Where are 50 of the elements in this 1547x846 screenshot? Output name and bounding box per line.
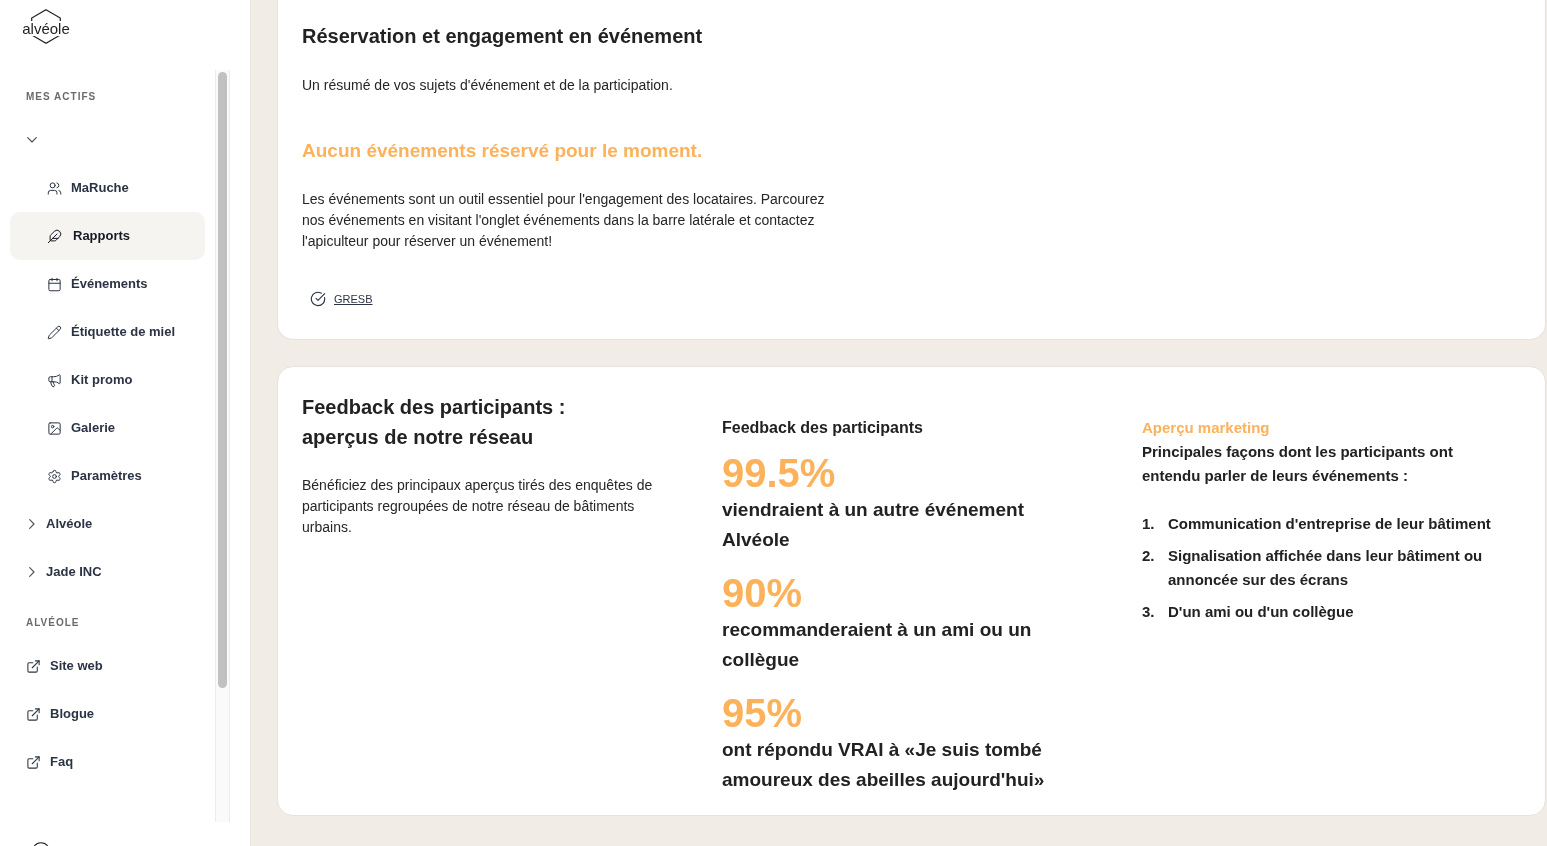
scrollbar[interactable] — [215, 70, 230, 822]
list-text: Signalisation affichée dans leur bâtiment ou annoncée sur des écrans — [1168, 546, 1484, 590]
card-description: Les événements sont un outil essentiel pour l'engagement des locataires. Parcourez nos événements en visitant l'onglet événements dans la barre latérale et contactez l'apiculteur pour réserver un événement! — [302, 190, 826, 251]
stat-caption: viendraient à un autre événement Alvéole — [722, 498, 1025, 552]
settings-icon — [47, 468, 62, 484]
megaphone-icon — [47, 372, 62, 388]
external-link-icon — [26, 754, 41, 770]
marketing-heading: Principales façons dont les participants ont entendu parler de leurs événements : — [1142, 442, 1454, 486]
list-text: D'un ami ou d'un collègue — [1168, 602, 1354, 622]
image-icon — [47, 420, 62, 436]
marketing-eyebrow: Aperçu marketing — [1142, 418, 1270, 438]
gresb-link[interactable]: GRESB — [334, 291, 373, 307]
card-title: Feedback des participants : aperçus de notre réseau — [302, 395, 566, 450]
section-heading: MES ACTIFS — [26, 92, 97, 102]
stat-value: 90% — [722, 571, 803, 615]
calendar-icon — [47, 276, 62, 292]
stat-value: 95% — [722, 691, 803, 735]
chevron-down-icon[interactable] — [27, 137, 37, 143]
feather-icon — [47, 228, 62, 244]
sidebar-link[interactable]: Site web — [26, 656, 103, 676]
stat-value: 99.5% — [722, 451, 836, 495]
check-circle-icon — [310, 291, 326, 307]
section-heading: ALVÉOLE — [26, 618, 80, 628]
sidebar-item[interactable]: Rapports — [10, 212, 205, 260]
external-link-icon — [26, 658, 41, 674]
sidebar-link[interactable]: Faq — [26, 752, 74, 772]
sidebar-link[interactable]: Blogue — [26, 704, 95, 724]
logo-text: alvéole — [22, 20, 70, 36]
sidebar-item[interactable]: Paramètres — [10, 452, 205, 500]
list-number: 2. — [1142, 546, 1156, 566]
card-title: Réservation et engagement en événement — [302, 24, 703, 49]
list-number: 1. — [1142, 514, 1156, 534]
card-description: Bénéficiez des principaux aperçus tirés des enquêtes de participants regroupées de notre réseau de bâtiments urbains. — [302, 476, 654, 537]
empty-message: Aucun événements réservé pour le moment. — [302, 139, 703, 163]
list-number: 3. — [1142, 602, 1156, 622]
sidebar-item[interactable]: Kit promo — [10, 356, 205, 404]
list-text: Communication d'entreprise de leur bâtiment — [1168, 514, 1491, 534]
stat-caption: ont répondu VRAI à «Je suis tombé amoureux des abeilles aujourd'hui» — [722, 738, 1046, 792]
sidebar-group[interactable]: Alvéole — [27, 514, 93, 534]
stat-caption: recommanderaient à un ami ou un collègue — [722, 618, 1033, 672]
sidebar-item[interactable]: MaRuche — [10, 164, 205, 212]
users-icon — [47, 180, 62, 196]
stats-heading: Feedback des participants — [722, 418, 923, 438]
pencil-icon — [47, 324, 62, 340]
sidebar-item[interactable]: Événements — [10, 260, 205, 308]
card-subtitle: Un résumé de vos sujets d'événement et de la participation. — [302, 76, 673, 95]
sidebar-group[interactable]: Jade INC — [27, 562, 102, 582]
external-link-icon — [26, 706, 41, 722]
sidebar-item[interactable]: Galerie — [10, 404, 205, 452]
sidebar-item[interactable]: Étiquette de miel — [10, 308, 205, 356]
